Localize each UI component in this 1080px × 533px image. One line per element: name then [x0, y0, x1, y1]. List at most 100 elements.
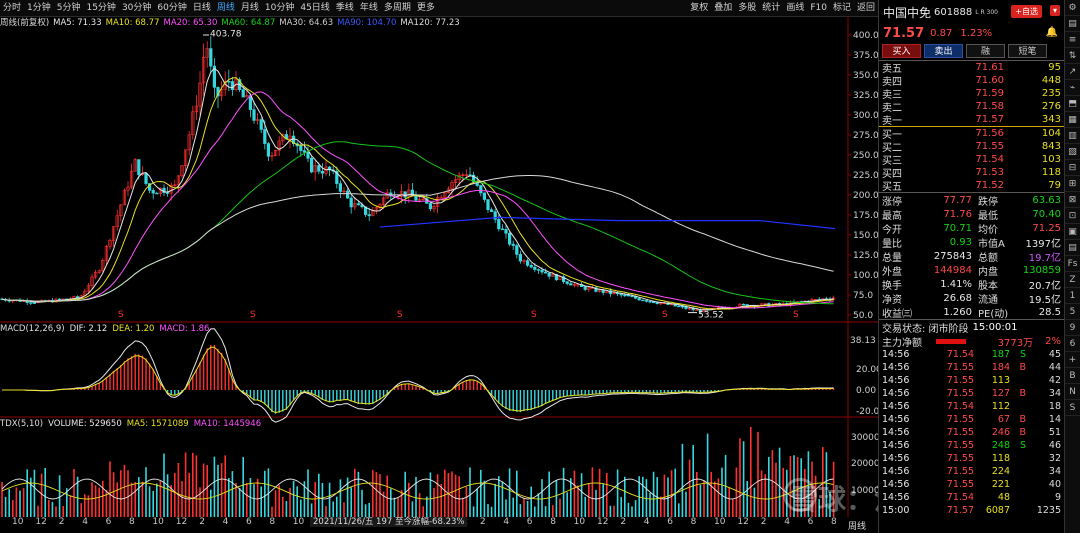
- side-toolbar-icon[interactable]: ▣: [1065, 224, 1080, 240]
- side-toolbar-icon[interactable]: ▤: [1065, 16, 1080, 32]
- toolbar-tool-button[interactable]: 返回: [854, 0, 878, 17]
- y-tick-label: 100.0: [853, 271, 878, 281]
- trade-action-button[interactable]: 短笔: [1008, 44, 1047, 58]
- timeframe-tab[interactable]: 15分钟: [83, 0, 118, 17]
- orderbook-volume: 448: [1041, 75, 1061, 86]
- tick-volume: 112: [991, 401, 1010, 412]
- orderbook-volume: 103: [1041, 154, 1061, 165]
- side-toolbar-icon[interactable]: ≡: [1065, 32, 1080, 48]
- x-tick-label: 6: [807, 517, 814, 527]
- candle-body: [345, 190, 350, 199]
- stat-label: 流通: [978, 294, 998, 306]
- side-toolbar-icon[interactable]: 5: [1065, 304, 1080, 320]
- toolbar-tool-button[interactable]: 叠加: [711, 0, 735, 17]
- macd-tick-label: -20.00: [856, 407, 878, 417]
- kline-chart[interactable]: 400.0 375.0 350.0 325.0 300.0 275.0 250.0 225.0…: [0, 17, 878, 517]
- stat-value: 28.5: [1038, 306, 1061, 318]
- trade-action-button[interactable]: 卖出: [924, 44, 963, 58]
- timeframe-tab[interactable]: 45日线: [297, 0, 332, 17]
- trade-state-label: 交易状态: 闭市阶段: [882, 323, 969, 335]
- candle-body: [338, 183, 343, 192]
- tick-price: 71.55: [946, 388, 974, 399]
- side-toolbar-icon[interactable]: 1: [1065, 288, 1080, 304]
- timeframe-tab[interactable]: 季线: [333, 0, 357, 17]
- side-toolbar-icon[interactable]: +: [1065, 352, 1080, 368]
- timeframe-tab[interactable]: 月线: [238, 0, 262, 17]
- tick-side: B: [1019, 414, 1026, 425]
- side-toolbar-icon[interactable]: ▦: [1065, 112, 1080, 128]
- tick-volume: 118: [991, 453, 1010, 464]
- side-toolbar-icon[interactable]: ⇅: [1065, 48, 1080, 64]
- candle-body: [489, 209, 494, 212]
- side-toolbar-icon[interactable]: B: [1065, 368, 1080, 384]
- side-toolbar-icon[interactable]: ⌁: [1065, 80, 1080, 96]
- low-annotation: 53.52: [698, 310, 724, 320]
- side-toolbar-icon[interactable]: 9: [1065, 320, 1080, 336]
- add-watchlist-button[interactable]: +自选: [1011, 5, 1042, 18]
- s-signal-marker: S: [793, 310, 799, 320]
- side-toolbar-icon[interactable]: ⚙: [1065, 0, 1080, 16]
- toolbar-tool-button[interactable]: 统计: [759, 0, 783, 17]
- tick-volume: 67: [997, 414, 1010, 425]
- side-toolbar-icon[interactable]: N: [1065, 384, 1080, 400]
- candle-body: [525, 260, 530, 266]
- side-toolbar-icon[interactable]: ⬒: [1065, 96, 1080, 112]
- orderbook-price: 71.61: [975, 62, 1004, 73]
- timeframe-tab[interactable]: 更多: [414, 0, 438, 17]
- tick-time: 14:56: [882, 388, 910, 399]
- tick-price: 71.57: [946, 505, 974, 516]
- bell-icon[interactable]: 🔔: [1046, 27, 1058, 38]
- timeframe-tab[interactable]: 30分钟: [119, 0, 154, 17]
- side-toolbar-icon[interactable]: ⊡: [1065, 208, 1080, 224]
- toolbar-tool-button[interactable]: 多股: [735, 0, 759, 17]
- side-toolbar-icon[interactable]: Fs: [1065, 256, 1080, 272]
- tick-volume: 224: [991, 466, 1010, 477]
- tick-volume: 187: [991, 349, 1010, 360]
- trade-action-button[interactable]: 买入: [882, 44, 921, 58]
- toolbar-tool-button[interactable]: 复权: [687, 0, 711, 17]
- candle-body: [227, 81, 231, 83]
- stat-value: 0.93: [949, 236, 972, 248]
- timeframe-tab[interactable]: 多周期: [381, 0, 414, 17]
- orderbook-volume: 79: [1048, 180, 1061, 191]
- toolbar-tool-button[interactable]: F10: [807, 0, 830, 17]
- timeframe-tab[interactable]: 60分钟: [154, 0, 189, 17]
- timeframe-tab[interactable]: 10分钟: [262, 0, 297, 17]
- candle-body: [428, 203, 433, 210]
- cursor-status: 2021/11/26/五 197 至今涨幅-68.23%: [310, 517, 468, 527]
- toolbar-tool-button[interactable]: 标记: [830, 0, 854, 17]
- tick-time: 14:56: [882, 349, 910, 360]
- tick-side: B: [1019, 362, 1026, 373]
- side-toolbar-icon[interactable]: ▧: [1065, 144, 1080, 160]
- candle-body: [497, 219, 501, 230]
- price-row: 71.57 0.87 1.23%: [879, 24, 1064, 42]
- timeframe-tab[interactable]: 日线: [190, 0, 214, 17]
- side-toolbar-icon[interactable]: ▥: [1065, 128, 1080, 144]
- toolbar-tool-button[interactable]: 画线: [783, 0, 807, 17]
- timeframe-tab[interactable]: 分时: [0, 0, 24, 17]
- side-toolbar-icon[interactable]: ↗: [1065, 64, 1080, 80]
- x-tick-label: 10: [292, 517, 305, 527]
- side-toolbar-icon[interactable]: 6: [1065, 336, 1080, 352]
- watchlist-dropdown-button[interactable]: ▾: [1049, 5, 1060, 16]
- timeframe-tab[interactable]: 年线: [357, 0, 381, 17]
- timeframe-tab[interactable]: 5分钟: [54, 0, 84, 17]
- orderbook-volume: 118: [1041, 167, 1061, 178]
- stat-label: 涨停: [882, 196, 902, 208]
- candle-body: [741, 303, 746, 306]
- tick-list[interactable]: 14:56 71.54 187 S 45 14:56 71.55 184 B 44 14:56 71.…: [879, 348, 1064, 517]
- side-toolbar-icon[interactable]: ⊠: [1065, 192, 1080, 208]
- ma90-line: [379, 216, 836, 230]
- tick-price: 71.55: [946, 453, 974, 464]
- macd-name: MACD(12,26,9): [0, 324, 65, 334]
- side-toolbar-icon[interactable]: ⊟: [1065, 160, 1080, 176]
- side-toolbar-icon[interactable]: ⊞: [1065, 176, 1080, 192]
- candle-body: [252, 109, 256, 121]
- timeframe-tab[interactable]: 1分钟: [24, 0, 54, 17]
- side-toolbar-icon[interactable]: ▤: [1065, 240, 1080, 256]
- side-toolbar-icon[interactable]: Z: [1065, 272, 1080, 288]
- timeframe-tab[interactable]: 周线: [214, 0, 238, 17]
- tick-count: 34: [1048, 466, 1061, 477]
- side-toolbar-icon[interactable]: S: [1065, 400, 1080, 416]
- trade-action-button[interactable]: 融: [966, 44, 1005, 58]
